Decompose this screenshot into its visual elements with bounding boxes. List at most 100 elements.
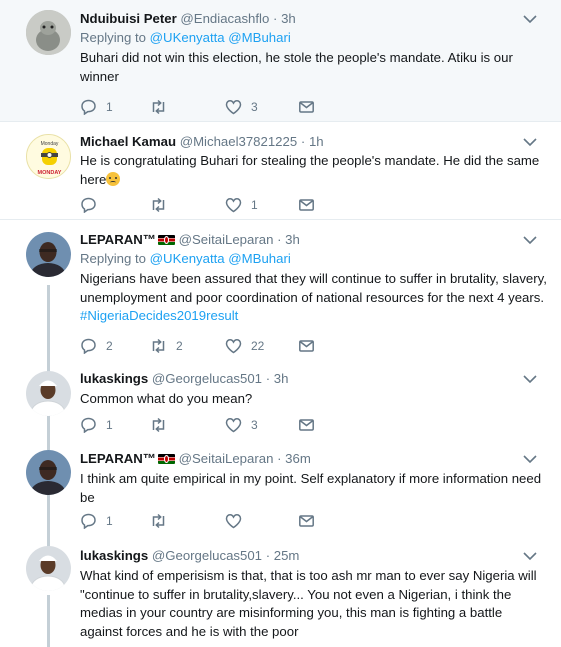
- retweet-button[interactable]: [150, 417, 176, 433]
- reply-icon: [81, 99, 96, 115]
- retweet-icon: [152, 197, 165, 213]
- reply-button[interactable]: 1: [80, 99, 113, 115]
- chevron-down-icon[interactable]: [523, 15, 537, 24]
- avatar-image: Monday MONDAY: [27, 135, 70, 178]
- tweet-text: What kind of emperisism is that, that is…: [80, 568, 537, 639]
- envelope-icon: [299, 199, 314, 211]
- heart-icon: [225, 339, 242, 354]
- replying-to: Replying to @UKenyatta @MBuhari: [80, 250, 547, 268]
- like-count: 3: [251, 418, 258, 432]
- avatar-image: [26, 546, 71, 591]
- dm-button[interactable]: [298, 99, 315, 115]
- reply-count: 2: [106, 339, 113, 353]
- reply-count: 1: [106, 514, 113, 528]
- reply-button[interactable]: 1: [80, 513, 113, 529]
- tweet-text: I think am quite empirical in my point. …: [80, 471, 542, 505]
- tweet[interactable]: lukaskings @Georgelucas501 · 3h Common w…: [0, 366, 561, 442]
- like-button[interactable]: 1: [225, 197, 258, 213]
- user-handle[interactable]: @Michael37821225: [180, 134, 298, 149]
- heart-icon: [225, 100, 242, 115]
- user-handle[interactable]: @Georgelucas501: [152, 548, 262, 563]
- like-button[interactable]: [225, 513, 251, 529]
- envelope-icon: [299, 340, 314, 352]
- tweet[interactable]: LEPARAN™ @SeitaiLeparan · 3h Replying to…: [0, 220, 561, 366]
- like-button[interactable]: 3: [225, 99, 258, 115]
- reply-icon: [81, 197, 96, 213]
- mention-link[interactable]: @UKenyatta: [150, 30, 225, 45]
- avatar-caption: MONDAY: [38, 170, 62, 176]
- display-name[interactable]: LEPARAN™: [80, 451, 156, 466]
- reply-icon: [81, 417, 96, 433]
- envelope-icon: [299, 419, 314, 431]
- chevron-down-icon[interactable]: [523, 138, 537, 147]
- avatar[interactable]: [26, 232, 71, 277]
- retweet-button[interactable]: [150, 513, 176, 529]
- chevron-down-icon[interactable]: [523, 236, 537, 245]
- mention-link[interactable]: @UKenyatta: [150, 251, 225, 266]
- retweet-button[interactable]: [150, 99, 176, 115]
- like-button[interactable]: 3: [225, 417, 258, 433]
- tweet[interactable]: lukaskings @Georgelucas501 · 25m What ki…: [0, 540, 561, 647]
- tweet-text: Common what do you mean?: [80, 391, 253, 406]
- user-handle[interactable]: @SeitaiLeparan: [179, 232, 274, 247]
- avatar-image: [26, 10, 71, 55]
- reply-button[interactable]: 1: [80, 417, 113, 433]
- retweet-button[interactable]: 2: [150, 338, 183, 354]
- tweet[interactable]: Monday MONDAY Michael Kamau @Michael3782…: [0, 122, 561, 220]
- like-count: 22: [251, 339, 265, 353]
- retweet-icon: [152, 99, 165, 115]
- avatar[interactable]: [26, 10, 71, 55]
- avatar-image: [26, 232, 71, 277]
- envelope-icon: [299, 515, 314, 527]
- timestamp[interactable]: 25m: [274, 548, 300, 563]
- display-name[interactable]: Michael Kamau: [80, 134, 176, 149]
- reply-count: 1: [106, 100, 113, 114]
- reply-icon: [81, 338, 96, 354]
- reply-button[interactable]: 2: [80, 338, 113, 354]
- kenya-flag-icon: [157, 235, 175, 245]
- replying-to: Replying to @UKenyatta @MBuhari: [80, 29, 547, 47]
- like-button[interactable]: 22: [225, 338, 264, 354]
- timestamp[interactable]: 3h: [281, 11, 296, 26]
- timestamp[interactable]: 36m: [285, 451, 311, 466]
- dm-button[interactable]: [298, 513, 315, 529]
- avatar[interactable]: [26, 546, 71, 591]
- retweet-button[interactable]: [150, 197, 176, 213]
- hashtag-link[interactable]: #NigeriaDecides2019result: [80, 308, 238, 323]
- like-count: 1: [251, 198, 258, 212]
- display-name[interactable]: lukaskings: [80, 371, 148, 386]
- separator-dot: ·: [277, 451, 282, 466]
- retweet-icon: [152, 338, 165, 354]
- user-handle[interactable]: @SeitaiLeparan: [179, 451, 274, 466]
- separator-dot: ·: [277, 232, 282, 247]
- tweet-text: Buhari did not win this election, he sto…: [80, 50, 513, 84]
- kenya-flag-icon: [157, 454, 175, 464]
- avatar[interactable]: Monday MONDAY: [26, 134, 71, 179]
- tweet-text: He is congratulating Buhari for stealing…: [80, 153, 540, 187]
- avatar[interactable]: [26, 371, 71, 416]
- tweet[interactable]: Nduibuisi Peter @Endiacashflo · 3h Reply…: [0, 0, 561, 122]
- display-name[interactable]: Nduibuisi Peter: [80, 11, 177, 26]
- chevron-down-icon[interactable]: [523, 375, 537, 384]
- reply-button[interactable]: [80, 197, 106, 213]
- dm-button[interactable]: [298, 197, 315, 213]
- user-handle[interactable]: @Georgelucas501: [152, 371, 262, 386]
- tweet[interactable]: LEPARAN™ @SeitaiLeparan · 36m I think am…: [0, 442, 561, 540]
- timestamp[interactable]: 3h: [274, 371, 289, 386]
- avatar[interactable]: [26, 450, 71, 495]
- display-name[interactable]: LEPARAN™: [80, 232, 156, 247]
- reply-icon: [81, 513, 96, 529]
- timestamp[interactable]: 3h: [285, 232, 300, 247]
- dm-button[interactable]: [298, 338, 315, 354]
- separator-dot: ·: [272, 11, 278, 26]
- dm-button[interactable]: [298, 417, 315, 433]
- mention-link[interactable]: @MBuhari: [228, 30, 291, 45]
- reply-count: 1: [106, 418, 113, 432]
- user-handle[interactable]: @Endiacashflo: [180, 11, 269, 26]
- display-name[interactable]: lukaskings: [80, 548, 148, 563]
- timestamp[interactable]: 1h: [309, 134, 324, 149]
- mention-link[interactable]: @MBuhari: [228, 251, 291, 266]
- chevron-down-icon[interactable]: [523, 552, 537, 561]
- like-count: 3: [251, 100, 258, 114]
- chevron-down-icon[interactable]: [523, 455, 537, 464]
